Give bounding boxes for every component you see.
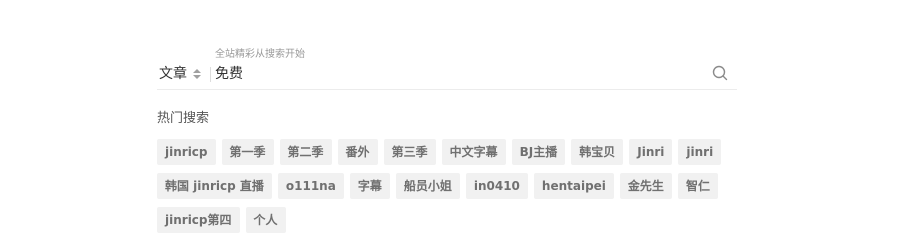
- hot-search-tag[interactable]: 韩国 jinricp 直播: [157, 173, 272, 199]
- hot-search-tag[interactable]: hentaipei: [533, 173, 614, 199]
- search-hint: 全站精彩从搜索开始: [215, 49, 305, 60]
- hot-search-tag[interactable]: 智仁: [677, 173, 718, 199]
- hot-search-tag[interactable]: 中文字幕: [441, 139, 506, 165]
- hot-search-tag[interactable]: 字幕: [349, 173, 390, 199]
- hot-search-tag[interactable]: 船员小姐: [395, 173, 460, 199]
- hot-search-tag[interactable]: jinricp: [157, 139, 216, 165]
- hot-search-tag[interactable]: Jinri: [629, 139, 673, 165]
- hot-search-tag[interactable]: 第一季: [221, 139, 274, 165]
- sort-updown-icon: [192, 67, 201, 81]
- hot-search-tag[interactable]: 第三季: [383, 139, 436, 165]
- hot-search-tag[interactable]: 番外: [337, 139, 378, 165]
- hot-search-tag[interactable]: in0410: [465, 173, 528, 199]
- hot-search-tag[interactable]: 金先生: [619, 173, 672, 199]
- search-input[interactable]: [215, 63, 695, 83]
- hot-search-tag[interactable]: 个人: [245, 207, 286, 233]
- search-type-label: 文章: [159, 66, 187, 82]
- hot-search-tag[interactable]: jinri: [678, 139, 722, 165]
- hot-search-tag[interactable]: 韩宝贝: [571, 139, 624, 165]
- search-type-select[interactable]: 文章: [159, 65, 201, 83]
- hot-search-tag[interactable]: 第二季: [279, 139, 332, 165]
- hot-search-title: 热门搜索: [157, 111, 210, 126]
- hot-search-tag[interactable]: jinricp第四: [157, 207, 240, 233]
- hot-search-tags: jinricp 第一季 第二季 番外 第三季 中文字幕 BJ主播 韩宝贝 Jinri jinri 韩…: [157, 139, 737, 233]
- search-divider: [210, 67, 211, 82]
- hot-search-tag[interactable]: BJ主播: [511, 139, 566, 165]
- search-bar: 全站精彩从搜索开始 文章: [157, 46, 737, 90]
- search-icon[interactable]: [712, 65, 728, 81]
- hot-search-tag[interactable]: o111na: [277, 173, 344, 199]
